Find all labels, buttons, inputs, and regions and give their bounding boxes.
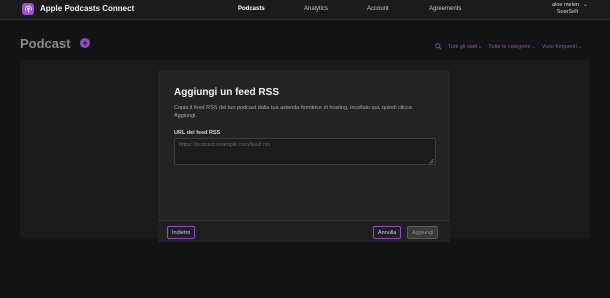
filter-sort[interactable]: Visto frequenti⌄	[542, 44, 582, 50]
resize-handle-icon[interactable]	[428, 158, 434, 164]
rss-url-label: URL del feed RSS	[174, 130, 221, 136]
nav-agreements[interactable]: Agreements	[429, 6, 461, 12]
podcast-glyph	[24, 5, 32, 13]
modal-footer: Indietro Annulla Aggiungi	[158, 220, 450, 242]
page-title: Podcast	[20, 36, 71, 51]
modal-description: Copia il feed RSS del tuo podcast dalla …	[174, 105, 412, 119]
nav-account[interactable]: Account	[367, 6, 389, 12]
modal-title: Aggiungi un feed RSS	[174, 87, 279, 98]
plus-icon[interactable]: +	[80, 38, 90, 48]
user-org: SoarSelt	[556, 9, 578, 15]
chevron-down-icon: ⌄	[577, 43, 582, 50]
podcast-icon[interactable]	[22, 3, 34, 15]
filter-status[interactable]: Tutti gli stati⌄	[448, 44, 482, 50]
search-icon[interactable]	[435, 43, 442, 50]
add-button[interactable]: Aggiungi	[407, 226, 439, 239]
chevron-down-icon: ⌄	[478, 43, 483, 50]
filter-bar: Tutti gli stati⌄ Tutte le categorie⌄ Vis…	[435, 43, 582, 50]
brand-name[interactable]: Apple Podcasts Connect	[40, 4, 134, 13]
back-button[interactable]: Indietro	[167, 226, 196, 239]
nav-podcasts[interactable]: Podcasts	[238, 6, 265, 12]
chevron-down-icon: ⌄	[582, 2, 588, 8]
add-rss-feed-modal: Aggiungi un feed RSS Copia il feed RSS d…	[158, 70, 450, 242]
filter-category[interactable]: Tutte le categorie⌄	[488, 44, 536, 50]
top-bar: Apple Podcasts Connect Podcasts Analytic…	[0, 0, 610, 20]
user-menu[interactable]: aloe melen ⌄ SoarSelt	[552, 2, 588, 16]
chevron-down-icon: ⌄	[531, 43, 536, 50]
filter-status-label: Tutti gli stati	[447, 43, 478, 50]
filter-category-label: Tutte le categorie	[488, 43, 531, 50]
rss-url-input[interactable]	[174, 138, 436, 165]
filter-sort-label: Visto frequenti	[541, 43, 577, 50]
cancel-button[interactable]: Annulla	[373, 226, 402, 239]
nav-analytics[interactable]: Analytics	[304, 6, 328, 12]
user-name: aloe melen	[552, 2, 579, 8]
